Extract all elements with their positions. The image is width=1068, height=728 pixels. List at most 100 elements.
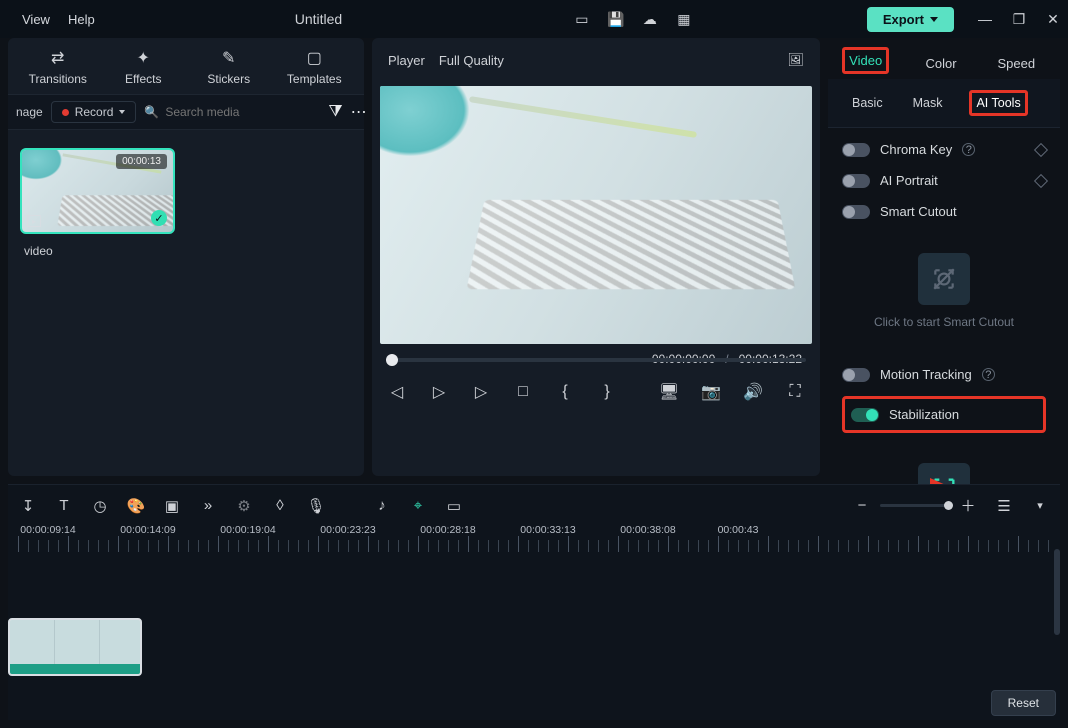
player-panel: Player Full Quality 🖼 00:00:00:00 / 00:0… [372,38,820,476]
save-icon[interactable]: 💾 [607,10,625,28]
subtab-basic[interactable]: Basic [842,92,893,114]
mark-in-icon[interactable]: { [554,383,576,401]
timeline-zoom[interactable]: − ＋ [852,495,978,516]
progress-bar[interactable] [386,358,806,362]
color-icon[interactable]: 🎨 [126,497,146,515]
keyframe-icon[interactable] [1034,142,1048,156]
toggle-smartcutout[interactable] [842,205,870,219]
tab-effects[interactable]: ✦Effects [104,48,184,86]
video-preview[interactable] [380,86,812,344]
apps-icon[interactable]: ▦ [675,10,693,28]
display-icon[interactable]: 🖥 [658,382,680,402]
timecode: 00:00:23:23 [320,524,375,536]
close-icon[interactable]: ✕ [1044,10,1062,28]
timeline-clip[interactable] [8,618,142,676]
marker-icon[interactable]: ◊ [270,497,290,514]
subtab-mask[interactable]: Mask [903,92,953,114]
help-icon[interactable]: ? [962,143,975,156]
play-thumb-icon: ▸ [27,215,41,227]
more-tools-icon[interactable]: » [198,497,218,514]
fit-icon[interactable]: ▭ [444,497,464,515]
camera-icon[interactable]: 📷 [700,382,722,402]
ai-tools-list: Chroma Key ? AI Portrait Smart Cutout Cl… [828,128,1060,545]
chevron-down-icon [930,17,938,22]
reset-button[interactable]: Reset [991,690,1056,716]
snapshot-icon[interactable]: 🖼 [787,52,804,68]
tab-video[interactable]: Video [828,38,903,79]
chevron-down-icon[interactable]: ▾ [1030,499,1050,512]
mic-icon[interactable]: 🎙 [306,497,326,515]
search-media[interactable]: 🔍 [144,105,320,119]
smart-cutout-icon [931,266,957,292]
help-icon[interactable]: ? [982,368,995,381]
keyframe-icon[interactable] [1034,173,1048,187]
row-smart-cutout: Smart Cutout [838,196,1050,227]
subtab-ai-tools[interactable]: AI Tools [962,89,1034,117]
scrollbar[interactable] [1054,549,1060,635]
timecode: 00:00:14:09 [120,524,175,536]
more-icon[interactable]: ⋯ [351,102,367,122]
tab-speed[interactable]: Speed [979,44,1054,79]
inspector-panel: Video Color Speed Basic Mask AI Tools Ch… [828,38,1060,476]
progress-area: 00:00:00:00 / 00:00:13:22 [372,344,820,368]
transitions-icon: ⇄ [51,48,64,68]
timecode: 00:00:33:13 [520,524,575,536]
clip-thumbnail[interactable]: 00:00:13 ✓ ▸ [20,148,175,234]
fullscreen-icon[interactable]: ⛶ [784,383,806,401]
search-input[interactable] [165,105,320,119]
stickers-icon: ✎ [222,48,235,68]
text-tool-icon[interactable]: T [54,497,74,514]
toggle-portrait[interactable] [842,174,870,188]
cloud-icon[interactable]: ☁ [641,10,659,28]
list-icon[interactable]: ☰ [994,497,1014,515]
timecode: 00:00:19:04 [220,524,275,536]
start-smart-cutout[interactable] [918,253,970,305]
zoom-out-icon[interactable]: − [852,497,872,514]
progress-knob[interactable] [386,354,398,366]
prev-icon[interactable]: ◁ [386,382,408,402]
timecode: 00:00:43 [718,524,759,536]
next-icon[interactable]: ▷ [470,382,492,402]
magnet-icon[interactable]: ⌖ [408,497,428,514]
timecode: 00:00:28:18 [420,524,475,536]
tab-color[interactable]: Color [903,44,978,79]
volume-icon[interactable]: 🔊 [742,382,764,402]
menu-help[interactable]: Help [68,12,95,27]
tab-transitions[interactable]: ⇄Transitions [18,48,98,86]
record-dropdown[interactable]: Record [51,101,137,123]
gear-icon[interactable]: ⚙ [234,497,254,515]
toggle-motion[interactable] [842,368,870,382]
tab-templates[interactable]: ▢Templates [275,48,355,86]
speed-icon[interactable]: ◷ [90,497,110,515]
clip-duration: 00:00:13 [116,154,167,169]
nage-label: nage [16,105,43,119]
minimize-icon[interactable]: — [976,10,994,28]
ripple-icon[interactable]: ↧ [18,497,38,515]
project-title: Untitled [95,11,573,27]
mark-out-icon[interactable]: } [596,383,618,401]
effects-icon: ✦ [137,48,150,68]
filter-icon[interactable]: ⧩ [328,103,342,121]
screen-icon[interactable]: ▭ [573,10,591,28]
export-button[interactable]: Export [867,7,954,32]
menu-view[interactable]: View [22,12,50,27]
check-icon: ✓ [151,210,167,226]
play-icon[interactable]: ▷ [428,382,450,402]
toggle-stabilization[interactable] [851,408,879,422]
zoom-in-icon[interactable]: ＋ [958,495,978,516]
media-clip[interactable]: 00:00:13 ✓ ▸ video [20,148,175,258]
quality-dropdown[interactable]: Full Quality [439,53,534,68]
row-chroma-key: Chroma Key ? [838,134,1050,165]
record-dot-icon [62,109,69,116]
tab-stickers[interactable]: ✎Stickers [189,48,269,86]
timecode: 00:00:38:08 [620,524,675,536]
stop-icon[interactable]: □ [512,383,534,401]
zoom-slider[interactable] [880,504,950,507]
crop-icon[interactable]: ▣ [162,497,182,515]
audio-icon[interactable]: ♪ [372,497,392,514]
toggle-chroma[interactable] [842,143,870,157]
chevron-down-icon [119,110,125,114]
player-label: Player [388,53,425,68]
maximize-icon[interactable]: ❐ [1010,10,1028,28]
timeline-ruler[interactable]: 00:00:09:1400:00:14:0900:00:19:0400:00:2… [18,524,1050,556]
